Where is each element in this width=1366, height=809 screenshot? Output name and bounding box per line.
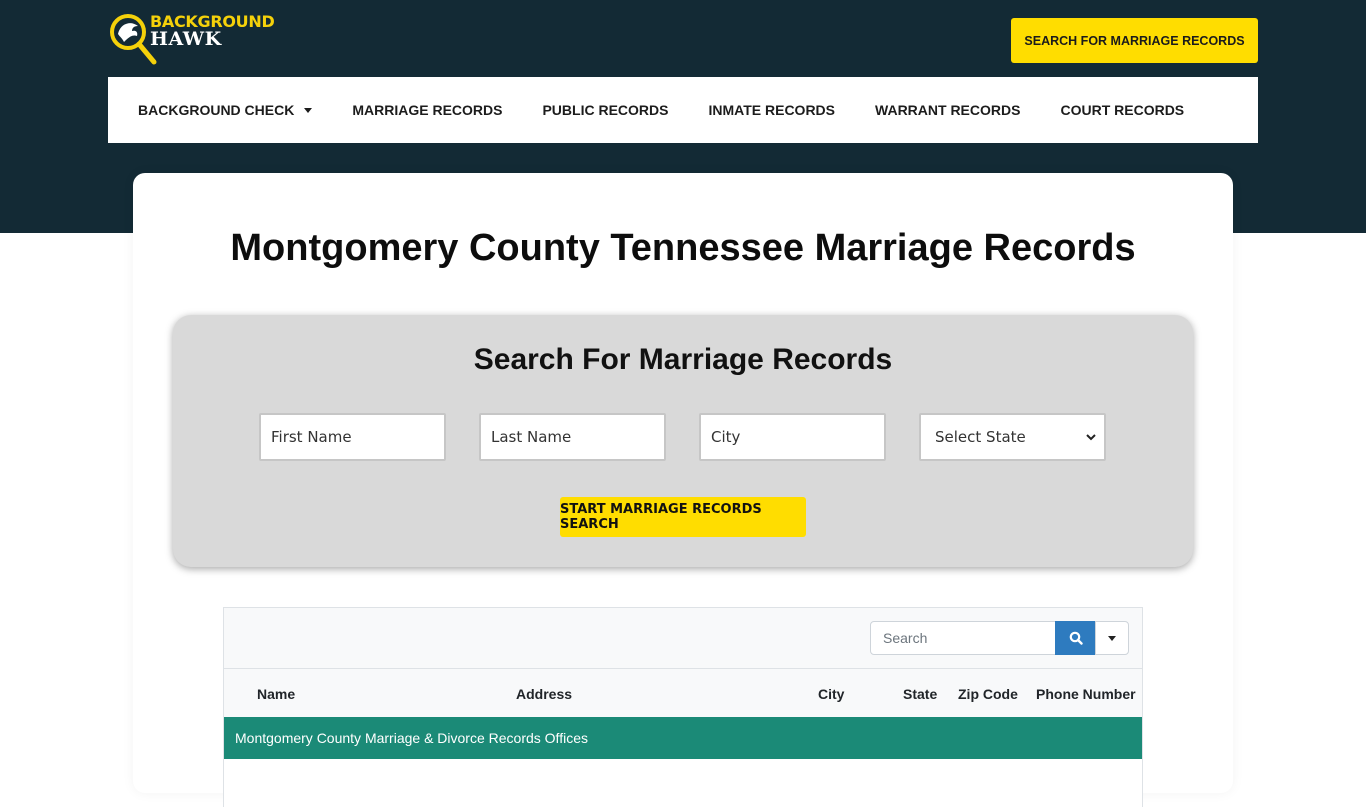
search-form: Search For Marriage Records First Name L… [173, 315, 1193, 567]
column-header-state[interactable]: State [903, 686, 937, 702]
table-row [224, 759, 1142, 809]
city-input[interactable]: City [699, 413, 886, 461]
table-search-button[interactable] [1055, 621, 1096, 655]
nav-item-label: BACKGROUND CHECK [138, 102, 295, 118]
column-header-address[interactable]: Address [516, 686, 572, 702]
start-search-button[interactable]: START MARRIAGE RECORDS SEARCH [560, 497, 806, 537]
search-form-title: Search For Marriage Records [473, 343, 893, 376]
table-group-row: Montgomery County Marriage & Divorce Rec… [224, 717, 1142, 759]
nav-item-court-records[interactable]: COURT RECORDS [1060, 102, 1184, 118]
table-options-dropdown[interactable] [1095, 621, 1129, 655]
logo-text-hawk: HAWK [150, 28, 222, 50]
nav-item-marriage-records[interactable]: MARRIAGE RECORDS [352, 102, 502, 118]
nav-item-warrant-records[interactable]: WARRANT RECORDS [875, 102, 1020, 118]
search-icon [1069, 631, 1083, 645]
state-select-value: Select State [935, 428, 1026, 446]
nav-item-inmate-records[interactable]: INMATE RECORDS [708, 102, 835, 118]
search-marriage-records-button[interactable]: SEARCH FOR MARRIAGE RECORDS [1011, 18, 1258, 63]
column-header-name[interactable]: Name [257, 686, 295, 702]
page-title: Montgomery County Tennessee Marriage Rec… [230, 227, 1136, 269]
column-header-city[interactable]: City [818, 686, 844, 702]
caret-down-icon [304, 107, 313, 113]
table-search-input[interactable]: Search [870, 621, 1056, 655]
records-table: Search Name Address City State Zip Code … [223, 607, 1143, 809]
last-name-input[interactable]: Last Name [479, 413, 666, 461]
column-header-phone-number[interactable]: Phone Number [1036, 686, 1136, 702]
logo[interactable]: BACKGROUND HAWK [108, 12, 275, 68]
state-select[interactable]: Select State [919, 413, 1106, 461]
column-header-zip-code[interactable]: Zip Code [958, 686, 1018, 702]
nav-item-background-check[interactable]: BACKGROUND CHECK [138, 102, 313, 118]
chevron-down-icon [1086, 434, 1096, 441]
caret-down-icon [1108, 635, 1116, 641]
table-header: Name Address City State Zip Code Phone N… [224, 670, 1142, 717]
nav-item-public-records[interactable]: PUBLIC RECORDS [542, 102, 668, 118]
content-card: Montgomery County Tennessee Marriage Rec… [133, 173, 1233, 809]
first-name-input[interactable]: First Name [259, 413, 446, 461]
table-toolbar: Search [224, 608, 1142, 669]
main-nav: BACKGROUND CHECK MARRIAGE RECORDS PUBLIC… [108, 77, 1258, 143]
